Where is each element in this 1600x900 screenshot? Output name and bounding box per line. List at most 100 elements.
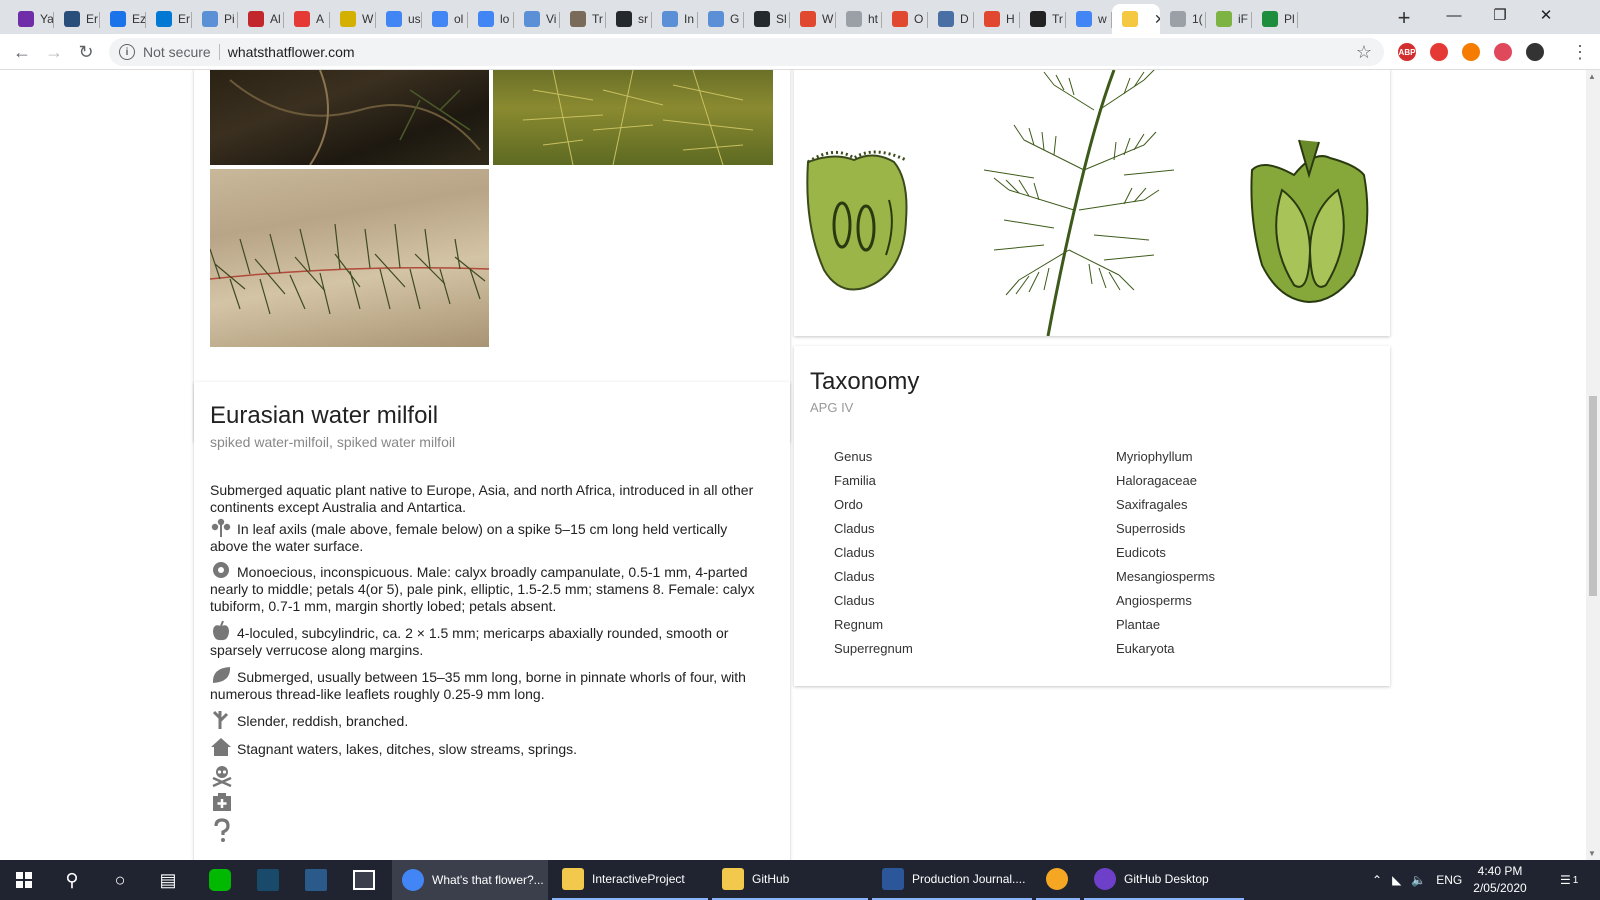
- tab-title: G: [730, 12, 740, 26]
- browser-tab[interactable]: Al: [238, 4, 284, 34]
- tab-title: Er: [86, 12, 98, 26]
- language-indicator[interactable]: ENG: [1436, 873, 1462, 887]
- page-scrollbar[interactable]: ▲ ▼: [1586, 70, 1600, 860]
- taskbar-app[interactable]: [1036, 860, 1080, 900]
- tray-chevron-icon[interactable]: ⌃: [1372, 873, 1382, 887]
- browser-tab[interactable]: Ya: [8, 4, 54, 34]
- browser-tab[interactable]: 1(: [1160, 4, 1206, 34]
- taxonomy-system: APG IV: [810, 400, 854, 415]
- browser-tab[interactable]: ht: [836, 4, 882, 34]
- address-bar[interactable]: i Not secure whatsthatflower.com ☆: [109, 38, 1384, 66]
- store-icon[interactable]: [340, 860, 388, 900]
- info-icon[interactable]: i: [119, 44, 135, 60]
- browser-tab[interactable]: ✕: [1112, 4, 1160, 34]
- browser-tab[interactable]: Tr: [560, 4, 606, 34]
- taskbar-app[interactable]: Production Journal....: [872, 860, 1032, 900]
- taskbar-app[interactable]: InteractiveProject: [552, 860, 708, 900]
- tab-favicon-icon: [754, 11, 770, 27]
- pinned-app-icon[interactable]: [244, 860, 292, 900]
- tab-favicon-icon: [892, 11, 908, 27]
- browser-tab[interactable]: ol: [422, 4, 468, 34]
- gallery-photo-1[interactable]: [210, 70, 489, 165]
- taskbar-app-label: GitHub: [752, 872, 790, 886]
- medicinal-icon: [213, 793, 231, 811]
- network-icon[interactable]: ◣: [1392, 873, 1401, 887]
- browser-tab[interactable]: H: [974, 4, 1020, 34]
- taxonomy-row: Regnum Plantae: [834, 617, 1394, 641]
- windows-start-icon[interactable]: [0, 860, 48, 900]
- windows-taskbar: ⚲ ○ ▤ What's that flower?... InteractiveP…: [0, 860, 1600, 900]
- new-tab-button[interactable]: +: [1389, 4, 1419, 32]
- task-view-icon[interactable]: ▤: [144, 860, 192, 900]
- tab-favicon-icon: [18, 11, 34, 27]
- taxonomy-name: Mesangiosperms: [1116, 569, 1215, 584]
- taxonomy-name: Eudicots: [1116, 545, 1166, 560]
- taskbar-app[interactable]: GitHub: [712, 860, 868, 900]
- restore-button[interactable]: ❐: [1477, 0, 1523, 30]
- tab-favicon-icon: [478, 11, 494, 27]
- extension-icon[interactable]: [1462, 43, 1480, 61]
- browser-tab[interactable]: sr: [606, 4, 652, 34]
- browser-tab[interactable]: Pl: [1252, 4, 1298, 34]
- browser-tab[interactable]: Er: [146, 4, 192, 34]
- bookmark-star-icon[interactable]: ☆: [1356, 42, 1372, 63]
- taskbar-app-label: InteractiveProject: [592, 872, 685, 886]
- browser-tab[interactable]: A: [284, 4, 330, 34]
- menu-kebab-icon[interactable]: ⋮: [1566, 38, 1594, 66]
- browser-tab[interactable]: Ez: [100, 4, 146, 34]
- gallery-photo-2[interactable]: [493, 70, 773, 165]
- back-icon[interactable]: ←: [8, 38, 36, 66]
- taskbar-app-icon: [722, 868, 744, 890]
- gallery-photo-3[interactable]: [210, 169, 489, 347]
- plant-stem-drawing: [983, 70, 1175, 337]
- scroll-down-icon[interactable]: ▼: [1588, 849, 1596, 858]
- search-icon[interactable]: ⚲: [48, 860, 96, 900]
- browser-tab[interactable]: In: [652, 4, 698, 34]
- browser-tab[interactable]: W: [330, 4, 376, 34]
- browser-tab[interactable]: us: [376, 4, 422, 34]
- camera-app-icon[interactable]: [292, 860, 340, 900]
- browser-tab[interactable]: Tr: [1020, 4, 1066, 34]
- browser-tab[interactable]: G: [698, 4, 744, 34]
- volume-icon[interactable]: 🔈: [1411, 873, 1426, 887]
- browser-tab[interactable]: iF: [1206, 4, 1252, 34]
- minimize-button[interactable]: —: [1431, 0, 1477, 30]
- close-window-button[interactable]: ✕: [1523, 0, 1569, 30]
- scroll-up-icon[interactable]: ▲: [1588, 72, 1596, 81]
- url-text[interactable]: whatsthatflower.com: [228, 44, 355, 60]
- line-app-icon[interactable]: [196, 860, 244, 900]
- scrollbar-thumb[interactable]: [1589, 396, 1597, 596]
- clock[interactable]: 4:40 PM 2/05/2020: [1460, 863, 1540, 897]
- tab-favicon-icon: [294, 11, 310, 27]
- tab-title: W: [822, 12, 834, 26]
- tab-favicon-icon: [202, 11, 218, 27]
- forward-icon[interactable]: →: [40, 38, 68, 66]
- reload-icon[interactable]: ↻: [72, 38, 100, 66]
- browser-tab[interactable]: lo: [468, 4, 514, 34]
- browser-tab[interactable]: W: [790, 4, 836, 34]
- taskbar-app[interactable]: GitHub Desktop: [1084, 860, 1244, 900]
- browser-tab[interactable]: w: [1066, 4, 1112, 34]
- extension-icon[interactable]: [1494, 43, 1512, 61]
- notification-center[interactable]: ☰ 1: [1560, 860, 1578, 900]
- taskbar-app[interactable]: What's that flower?...: [392, 860, 548, 900]
- profile-avatar[interactable]: [1526, 43, 1544, 61]
- extension-icon[interactable]: [1430, 43, 1448, 61]
- tab-favicon-icon: [340, 11, 356, 27]
- browser-tab[interactable]: D: [928, 4, 974, 34]
- taxonomy-name: Eukaryota: [1116, 641, 1175, 656]
- tab-title: lo: [500, 12, 510, 26]
- feature-text: In leaf axils (male above, female below)…: [210, 521, 728, 554]
- extension-icon[interactable]: ABP: [1398, 43, 1416, 61]
- tab-favicon-icon: [432, 11, 448, 27]
- browser-tab[interactable]: Pi: [192, 4, 238, 34]
- browser-tab[interactable]: O: [882, 4, 928, 34]
- taxonomy-name: Myriophyllum: [1116, 449, 1193, 464]
- browser-tab[interactable]: Sl: [744, 4, 790, 34]
- taskbar-app-icon: [1094, 868, 1116, 890]
- tab-favicon-icon: [1030, 11, 1046, 27]
- browser-tab[interactable]: Er: [54, 4, 100, 34]
- browser-tab[interactable]: Vi: [514, 4, 560, 34]
- tab-title: O: [914, 12, 924, 26]
- cortana-icon[interactable]: ○: [96, 860, 144, 900]
